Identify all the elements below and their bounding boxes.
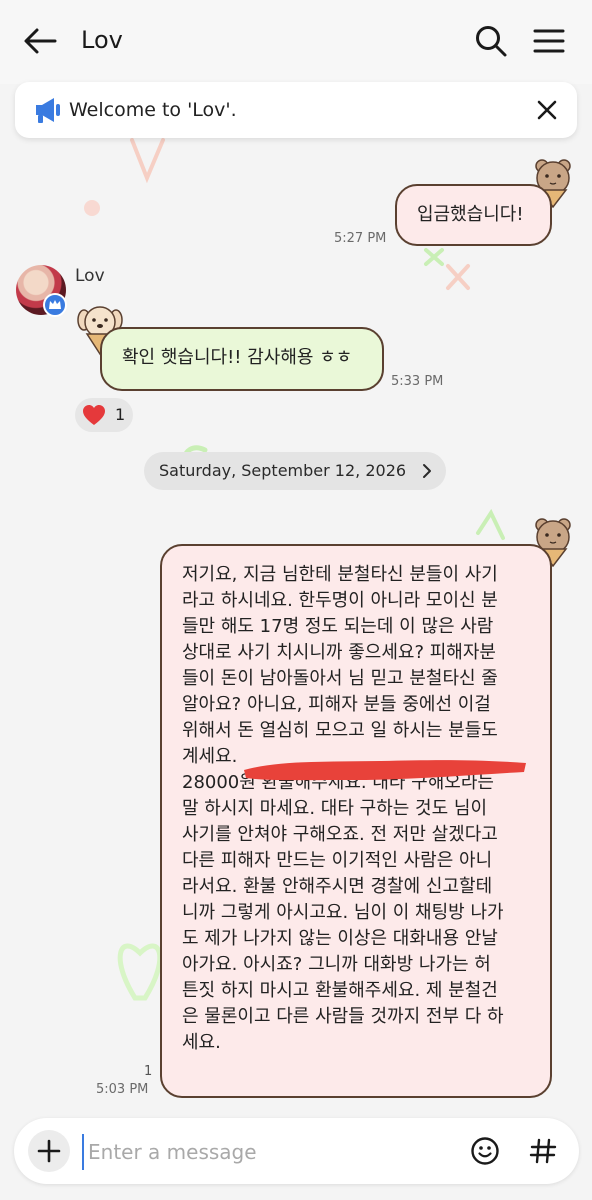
message-line: 말 하시지 마세요. 대타 구하는 것도 님이 [182,798,488,819]
megaphone-icon [36,98,60,123]
message-line: 세요. [182,1032,221,1053]
crown-badge-icon [43,293,67,317]
attach-button[interactable] [28,1130,70,1172]
message-line: 알아요? 아니요, 피해자 분들 중에선 이걸 [182,694,491,715]
hashtag-icon[interactable] [528,1136,558,1166]
message-line: 아가요. 아시죠? 그니까 대화방 나가는 허 [182,954,491,975]
notice-banner[interactable]: Welcome to 'Lov'. [15,82,577,138]
message-composer [14,1118,579,1184]
message-time: 5:33 PM [391,374,444,389]
message-line: 상대로 사기 치시니까 좋으세요? 피해자분 [182,642,496,663]
message-line: 니까 그렇게 아시고요. 님이 이 채팅방 나가 [182,902,504,923]
chat-title: Lov [81,26,123,54]
date-text: Saturday, September 12, 2026 [159,461,407,480]
message-bubble-outgoing-long[interactable]: 저기요, 지금 님한테 분철타신 분들이 사기 라고 하시네요. 한두명이 아니… [160,544,552,1098]
message-time: 5:27 PM [334,231,387,246]
message-line: 라고 하시네요. 한두명이 아니라 모이신 분 [182,590,498,611]
message-text: 확인 햇습니다!! 감사해용 ㅎㅎ [122,347,353,368]
message-line: 들이 돈이 남아돌아서 님 믿고 분철타신 줄 [182,668,498,689]
notice-text: Welcome to 'Lov'. [69,99,237,121]
emoji-icon[interactable] [470,1136,500,1166]
message-text: 입금했습니다! [417,204,524,225]
plus-icon [37,1139,61,1163]
heart-icon [83,405,105,425]
message-line: 사기를 안쳐야 구해오죠. 전 저만 살겠다고 [182,824,498,845]
message-line: 도 제가 나가지 않는 이상은 대화내용 안날 [182,928,498,949]
message-line: 다른 피해자 만드는 이기적인 사람은 아니 [182,850,493,871]
reaction-count: 1 [115,405,126,424]
search-icon[interactable] [474,24,508,58]
message-line: 튼짓 하지 마시고 환불해주세요. 제 분철건 [182,980,498,1001]
read-count: 1 [144,1064,153,1079]
message-input[interactable] [82,1134,470,1170]
message-line: 위해서 돈 열심히 모으고 일 하시는 분들도 [182,720,498,741]
sender-name: Lov [75,266,105,286]
close-icon[interactable] [535,98,559,122]
message-line: 라서요. 환불 안해주시면 경찰에 신고할테 [182,876,493,897]
chat-header: Lov [0,0,592,84]
message-time: 5:03 PM [96,1082,149,1097]
back-arrow-icon[interactable] [22,26,58,56]
message-line: 들만 해도 17명 정도 되는데 이 많은 사람 [182,616,494,637]
message-line: 저기요, 지금 님한테 분철타신 분들이 사기 [182,564,498,585]
message-bubble-outgoing[interactable]: 입금했습니다! [395,184,552,246]
reaction-chip[interactable]: 1 [75,398,133,432]
redaction-scribble [244,760,526,781]
chevron-right-icon [423,464,431,478]
message-body: 저기요, 지금 님한테 분철타신 분들이 사기 라고 하시네요. 한두명이 아니… [182,562,542,1056]
date-divider[interactable]: Saturday, September 12, 2026 [144,452,446,490]
message-line: 은 물론이고 다른 사람들 것까지 전부 다 하 [182,1006,504,1027]
message-bubble-incoming[interactable]: 확인 햇습니다!! 감사해용 ㅎㅎ [100,327,384,391]
hamburger-menu-icon[interactable] [532,26,566,56]
